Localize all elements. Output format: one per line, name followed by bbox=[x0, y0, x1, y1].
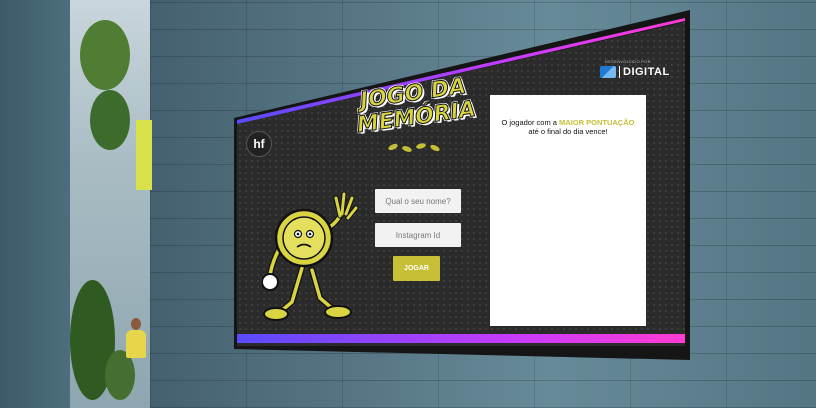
leaderboard-text-before: O jogador com a bbox=[501, 118, 560, 127]
leaves-decoration-icon bbox=[388, 143, 440, 152]
leaderboard-highlight: MAIOR PONTUAÇÃO bbox=[559, 118, 635, 127]
developed-by-label: DESENVOLVIDO POR bbox=[605, 59, 651, 64]
building-column bbox=[0, 0, 70, 408]
leaderboard-panel: O jogador com a MAIOR PONTUAÇÃO até o fi… bbox=[490, 95, 646, 326]
play-button[interactable]: JOGAR bbox=[393, 256, 440, 281]
bottom-gradient-stripe bbox=[237, 334, 685, 343]
logo-divider bbox=[619, 66, 620, 78]
name-input[interactable] bbox=[375, 189, 461, 213]
leaderboard-text-after: até o final do dia vence! bbox=[528, 127, 608, 136]
passerby-head bbox=[131, 318, 141, 330]
passerby bbox=[126, 330, 146, 358]
hf-logo-text: hf bbox=[253, 137, 265, 151]
instagram-input[interactable] bbox=[375, 223, 461, 247]
digital-logo-icon bbox=[600, 66, 616, 78]
sponsor-name: DIGITAL bbox=[623, 66, 670, 78]
digital-logo: DIGITAL bbox=[600, 66, 670, 78]
hf-logo-icon: hf bbox=[246, 131, 272, 157]
background-sign bbox=[136, 120, 152, 190]
coin-mascot-icon bbox=[262, 191, 359, 321]
